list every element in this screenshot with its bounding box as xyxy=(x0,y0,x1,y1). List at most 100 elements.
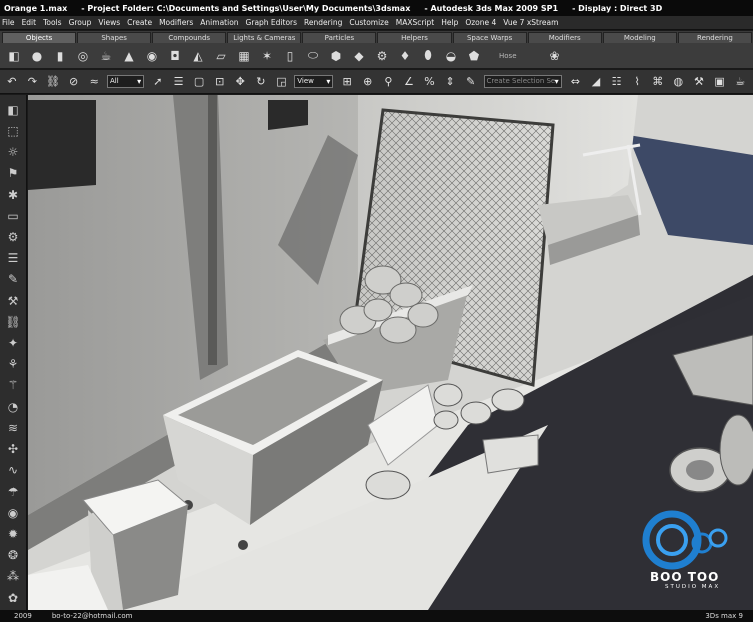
modify-icon[interactable]: ◔ xyxy=(4,398,22,416)
oiltank-icon[interactable]: ⬮ xyxy=(420,48,436,64)
geosphere-icon[interactable]: ◉ xyxy=(144,48,160,64)
tab-space-warps[interactable]: Space Warps xyxy=(452,32,527,43)
cone-icon[interactable]: ▲ xyxy=(121,48,137,64)
cup-icon[interactable]: ◒ xyxy=(443,48,459,64)
wave-icon[interactable]: ≋ xyxy=(4,419,22,437)
systems-icon[interactable]: ⚙ xyxy=(4,228,22,246)
scene-icon[interactable]: ✹ xyxy=(4,525,22,543)
tab-objects[interactable]: Objects xyxy=(2,32,77,43)
menu-file[interactable]: File xyxy=(2,18,15,27)
layers-icon[interactable]: ☰ xyxy=(4,249,22,267)
angle-snap-icon[interactable]: ∠ xyxy=(401,74,417,90)
link-icon[interactable]: ⛓ xyxy=(4,313,22,331)
scale-icon[interactable]: ◲ xyxy=(274,74,290,90)
select-icon[interactable]: ➚ xyxy=(150,74,166,90)
cameras-icon[interactable]: ⚑ xyxy=(4,165,22,183)
paint-icon[interactable]: ✎ xyxy=(4,271,22,289)
tab-shapes[interactable]: Shapes xyxy=(77,32,152,43)
menu-rendering[interactable]: Rendering xyxy=(304,18,342,27)
box-icon[interactable]: ◧ xyxy=(6,48,22,64)
spinner-snap-icon[interactable]: ⇕ xyxy=(442,74,458,90)
hose-button[interactable]: Hose xyxy=(499,52,517,60)
ik-icon[interactable]: ✿ xyxy=(4,589,22,607)
manipulate-icon[interactable]: ⊕ xyxy=(360,74,376,90)
menu-vue[interactable]: Vue 7 xStream xyxy=(503,18,558,27)
rect-region-icon[interactable]: ▢ xyxy=(191,74,207,90)
select-by-name-icon[interactable]: ☰ xyxy=(171,74,187,90)
light-list-icon[interactable]: ❂ xyxy=(4,546,22,564)
tab-compounds[interactable]: Compounds xyxy=(152,32,227,43)
geometry-icon[interactable]: ◧ xyxy=(4,101,22,119)
tab-rendering[interactable]: Rendering xyxy=(677,32,752,43)
quick-render-icon[interactable]: ☕ xyxy=(732,74,748,90)
snap-icon[interactable]: ⚲ xyxy=(381,74,397,90)
undo-icon[interactable]: ↶ xyxy=(4,74,20,90)
lights-icon[interactable]: ☼ xyxy=(4,143,22,161)
cylinder-icon[interactable]: ▮ xyxy=(52,48,68,64)
pivot-icon[interactable]: ⊞ xyxy=(339,74,355,90)
menu-animation[interactable]: Animation xyxy=(200,18,238,27)
tab-helpers[interactable]: Helpers xyxy=(377,32,452,43)
align-icon[interactable]: ◢ xyxy=(588,74,604,90)
render-setup-icon[interactable]: ⚒ xyxy=(691,74,707,90)
curve-icon[interactable]: ∿ xyxy=(4,461,22,479)
selection-filter-dropdown[interactable]: All xyxy=(106,75,145,88)
tab-lights-cameras[interactable]: Lights & Cameras xyxy=(227,32,302,43)
redo-icon[interactable]: ↷ xyxy=(25,74,41,90)
gear-icon[interactable]: ⚙ xyxy=(374,48,390,64)
shapes-icon[interactable]: ⬚ xyxy=(4,122,22,140)
tube-icon[interactable]: ◘ xyxy=(167,48,183,64)
cylinder-2-icon[interactable]: ▯ xyxy=(282,48,298,64)
link-icon[interactable]: ⛓ xyxy=(45,74,61,90)
menu-maxscript[interactable]: MAXScript xyxy=(396,18,435,27)
helpers-icon[interactable]: ✱ xyxy=(4,186,22,204)
hierarchy-icon[interactable]: ⚚ xyxy=(4,377,22,395)
motion-icon[interactable]: ⚘ xyxy=(4,355,22,373)
particle-icon[interactable]: ⁂ xyxy=(4,567,22,585)
move-icon[interactable]: ✥ xyxy=(232,74,248,90)
menu-group[interactable]: Group xyxy=(69,18,92,27)
menu-views[interactable]: Views xyxy=(98,18,120,27)
torus-icon[interactable]: ◎ xyxy=(75,48,91,64)
material-icon[interactable]: ◉ xyxy=(4,504,22,522)
display-icon[interactable]: ✦ xyxy=(4,334,22,352)
menu-customize[interactable]: Customize xyxy=(349,18,388,27)
render-icon[interactable]: ☂ xyxy=(4,483,22,501)
star-icon[interactable]: ✶ xyxy=(259,48,275,64)
menu-tools[interactable]: Tools xyxy=(43,18,61,27)
schematic-icon[interactable]: ⌘ xyxy=(650,74,666,90)
window-crossing-icon[interactable]: ⊡ xyxy=(212,74,228,90)
grid-icon[interactable]: ▦ xyxy=(236,48,252,64)
menu-ozone[interactable]: Ozone 4 xyxy=(465,18,496,27)
percent-snap-icon[interactable]: % xyxy=(422,74,438,90)
reference-coord-dropdown[interactable]: View xyxy=(294,75,334,88)
tab-modeling[interactable]: Modeling xyxy=(602,32,677,43)
plane-icon[interactable]: ▱ xyxy=(213,48,229,64)
capsule-icon[interactable]: ⬭ xyxy=(305,48,321,64)
anim-icon[interactable]: ✣ xyxy=(4,440,22,458)
menu-modifiers[interactable]: Modifiers xyxy=(159,18,193,27)
curve-editor-icon[interactable]: ⌇ xyxy=(629,74,645,90)
menu-help[interactable]: Help xyxy=(441,18,458,27)
material-editor-icon[interactable]: ◍ xyxy=(671,74,687,90)
menu-edit[interactable]: Edit xyxy=(22,18,37,27)
render-frame-icon[interactable]: ▣ xyxy=(712,74,728,90)
teapot-icon[interactable]: ☕ xyxy=(98,48,114,64)
tab-particles[interactable]: Particles xyxy=(302,32,377,43)
tree-icon[interactable]: ❀ xyxy=(547,48,563,64)
menu-graph-editors[interactable]: Graph Editors xyxy=(246,18,298,27)
mirror-icon[interactable]: ⇔ xyxy=(568,74,584,90)
pyramid-icon[interactable]: ◭ xyxy=(190,48,206,64)
spacewarps-icon[interactable]: ▭ xyxy=(4,207,22,225)
tab-modifiers[interactable]: Modifiers xyxy=(527,32,602,43)
unlink-icon[interactable]: ⊘ xyxy=(66,74,82,90)
hedra-icon[interactable]: ◆ xyxy=(351,48,367,64)
rotate-icon[interactable]: ↻ xyxy=(253,74,269,90)
sphere-icon[interactable]: ● xyxy=(29,48,45,64)
edit-named-sel-icon[interactable]: ✎ xyxy=(463,74,479,90)
spindle-icon[interactable]: ♦ xyxy=(397,48,413,64)
chamferbox-icon[interactable]: ⬢ xyxy=(328,48,344,64)
layer-manager-icon[interactable]: ☷ xyxy=(609,74,625,90)
extrude-icon[interactable]: ⬟ xyxy=(466,48,482,64)
menu-create[interactable]: Create xyxy=(127,18,152,27)
